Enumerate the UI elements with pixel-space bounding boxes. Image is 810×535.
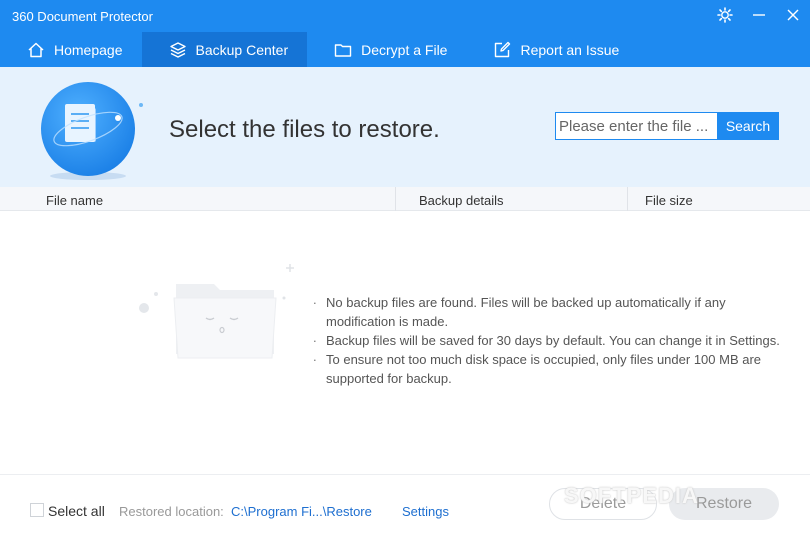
list-item: No backup files are found. Files will be… (313, 290, 783, 331)
restore-header: Select the files to restore. Search (0, 67, 810, 187)
select-all-label[interactable]: Select all (48, 503, 105, 519)
folder-icon (334, 41, 352, 59)
tab-decrypt-a-file[interactable]: Decrypt a File (307, 32, 466, 67)
column-backup-details[interactable]: Backup details (419, 187, 504, 211)
layers-icon (169, 41, 187, 59)
window-controls (708, 0, 810, 30)
tab-report-an-issue[interactable]: Report an Issue (466, 32, 638, 67)
empty-state-messages: No backup files are found. Files will be… (313, 290, 783, 388)
tab-label: Homepage (54, 41, 123, 58)
minimize-icon[interactable] (742, 0, 776, 30)
edit-icon (493, 41, 511, 59)
column-file-name[interactable]: File name (46, 187, 103, 211)
tab-label: Report an Issue (520, 41, 620, 58)
restored-location-label: Restored location: (119, 504, 224, 519)
restore-button[interactable]: Restore (669, 488, 779, 520)
list-item: To ensure not too much disk space is occ… (313, 347, 783, 388)
app-title: 360 Document Protector (12, 9, 153, 24)
tab-backup-center[interactable]: Backup Center (141, 32, 308, 67)
select-all-checkbox[interactable] (30, 503, 44, 517)
settings-icon[interactable] (708, 0, 742, 30)
home-icon (27, 41, 45, 59)
title-bar: 360 Document Protector Homepage Backup C… (0, 0, 810, 67)
column-divider[interactable] (627, 187, 628, 211)
close-icon[interactable] (776, 0, 810, 30)
footer-divider (0, 474, 810, 475)
delete-button[interactable]: Delete (549, 488, 657, 520)
column-file-size[interactable]: File size (645, 187, 693, 211)
page-title: Select the files to restore. (169, 116, 440, 143)
document-protector-logo-icon (40, 82, 143, 180)
list-item: Backup files will be saved for 30 days b… (313, 328, 783, 350)
search-button[interactable]: Search (717, 112, 779, 140)
restored-location-path-link[interactable]: C:\Program Fi...\Restore (231, 504, 372, 519)
tab-label: Decrypt a File (361, 41, 448, 58)
column-divider[interactable] (395, 187, 396, 211)
file-table-header: File name Backup details File size (0, 187, 810, 211)
empty-folder-icon (134, 258, 304, 368)
search-input[interactable] (555, 112, 718, 140)
main-nav: Homepage Backup Center Decrypt a File Re… (0, 32, 638, 67)
settings-link[interactable]: Settings (402, 504, 449, 519)
tab-homepage[interactable]: Homepage (0, 32, 142, 67)
tab-label: Backup Center (195, 41, 289, 58)
